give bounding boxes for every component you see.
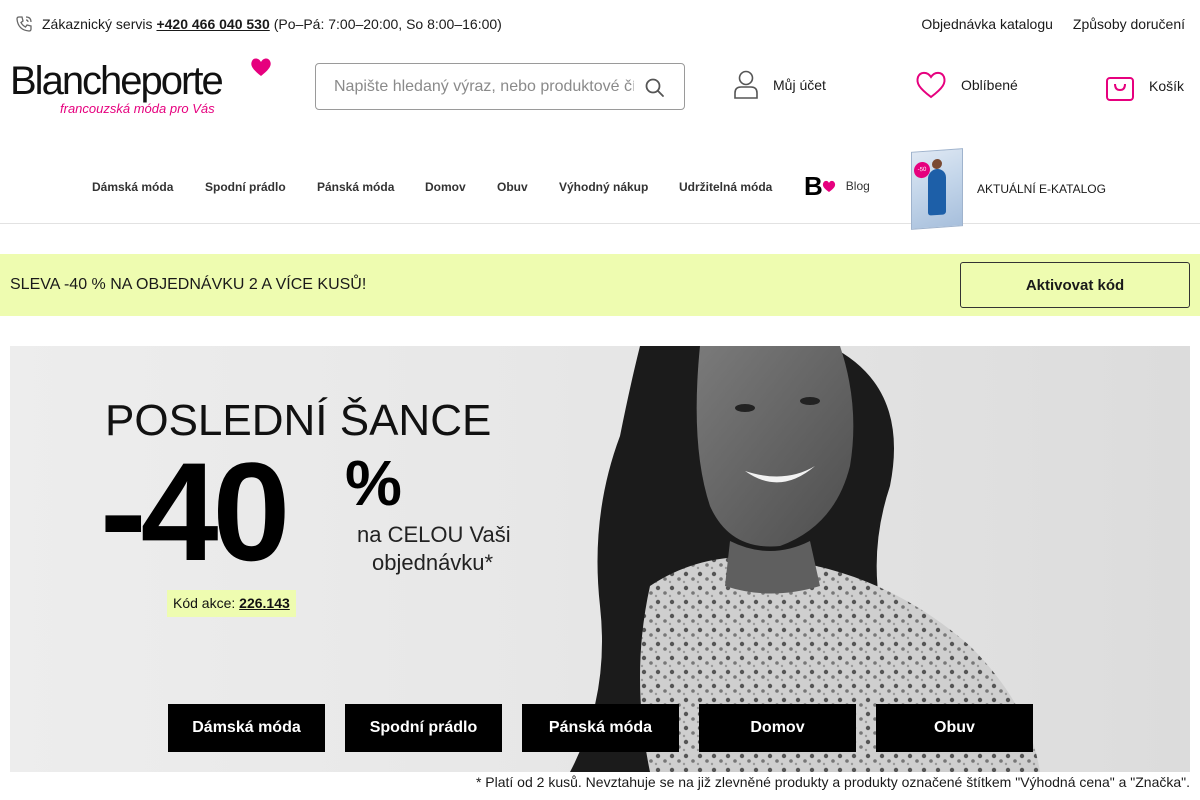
logo-heart-icon — [251, 58, 271, 76]
search-box — [315, 63, 685, 110]
catalog-model-dress — [928, 168, 946, 216]
promo-banner: SLEVA -40 % NA OBJEDNÁVKU 2 A VÍCE KUSŮ!… — [0, 254, 1200, 316]
user-icon — [734, 70, 758, 99]
top-links: Objednávka katalogu Způsoby doručení — [921, 16, 1185, 32]
customer-service: Zákaznický servis +420 466 040 530 (Po–P… — [14, 14, 502, 34]
main-nav: Dámská móda Spodní prádlo Pánská móda Do… — [0, 148, 1200, 230]
account-label: Můj účet — [773, 77, 826, 93]
blog-logo: B — [804, 171, 823, 201]
hero-footnote: * Platí od 2 kusů. Nevztahuje se na již … — [475, 774, 1190, 790]
hero-button-underwear[interactable]: Spodní prádlo — [345, 704, 502, 752]
nav-item-home[interactable]: Domov — [425, 180, 466, 194]
hero-button-home[interactable]: Domov — [699, 704, 856, 752]
hero-button-mens[interactable]: Pánská móda — [522, 704, 679, 752]
nav-item-underwear[interactable]: Spodní prádlo — [205, 180, 286, 194]
catalog-model-head — [932, 158, 942, 170]
search-icon[interactable] — [644, 77, 666, 99]
service-label: Zákaznický servis — [42, 16, 153, 32]
logo[interactable]: Blancheporte francouzská móda pro Vás — [10, 56, 272, 118]
service-hours: (Po–Pá: 7:00–20:00, So 8:00–16:00) — [273, 16, 502, 32]
hero-button-shoes[interactable]: Obuv — [876, 704, 1033, 752]
nav-item-shoes[interactable]: Obuv — [497, 180, 528, 194]
heart-icon — [916, 71, 946, 99]
e-catalog-link[interactable]: -50 AKTUÁLNÍ E-KATALOG — [911, 148, 1106, 230]
hero-percent: % — [345, 447, 402, 519]
hero-banner[interactable]: POSLEDNÍ ŠANCE -40 % na CELOU Vaši objed… — [10, 346, 1190, 772]
promo-code-box: Kód akce: 226.143 — [167, 590, 296, 617]
blog-heart-icon — [822, 180, 835, 192]
blog-label: Blog — [845, 179, 870, 193]
cart-label: Košík — [1149, 78, 1185, 94]
promo-code-label: Kód akce: — [173, 595, 236, 611]
favorites-link[interactable]: Oblíbené — [915, 70, 1018, 100]
hero-subline-1: na CELOU Vaši — [357, 522, 511, 547]
logo-text: Blancheporte — [10, 59, 224, 103]
cart-link[interactable]: Košík — [1105, 70, 1184, 102]
top-bar: Zákaznický servis +420 466 040 530 (Po–P… — [0, 0, 1200, 48]
hero-button-womens[interactable]: Dámská móda — [168, 704, 325, 752]
catalog-thumbnail: -50 — [911, 148, 963, 230]
shopping-bag-icon — [1106, 77, 1134, 101]
catalog-label: AKTUÁLNÍ E-KATALOG — [977, 182, 1106, 196]
account-link[interactable]: Můj účet — [733, 70, 826, 100]
delivery-methods-link[interactable]: Způsoby doručení — [1073, 16, 1185, 32]
nav-item-womens[interactable]: Dámská móda — [92, 180, 173, 194]
nav-item-sustainable[interactable]: Udržitelná móda — [679, 180, 772, 194]
nav-item-blog[interactable]: B Blog — [804, 173, 870, 199]
hero-subline-2: objednávku* — [372, 550, 494, 575]
phone-link[interactable]: +420 466 040 530 — [156, 16, 269, 32]
promo-code-value: 226.143 — [239, 595, 290, 611]
nav-item-mens[interactable]: Pánská móda — [317, 180, 394, 194]
favorites-label: Oblíbené — [961, 77, 1018, 93]
phone-icon — [16, 16, 32, 32]
catalog-order-link[interactable]: Objednávka katalogu — [921, 16, 1053, 32]
promo-text: SLEVA -40 % NA OBJEDNÁVKU 2 A VÍCE KUSŮ! — [10, 276, 367, 293]
activate-code-button[interactable]: Aktivovat kód — [960, 262, 1190, 308]
search-input[interactable] — [334, 76, 634, 98]
hero-discount: -40 — [100, 433, 290, 590]
logo-tagline: francouzská móda pro Vás — [60, 101, 215, 116]
nav-item-bargains[interactable]: Výhodný nákup — [559, 180, 648, 194]
